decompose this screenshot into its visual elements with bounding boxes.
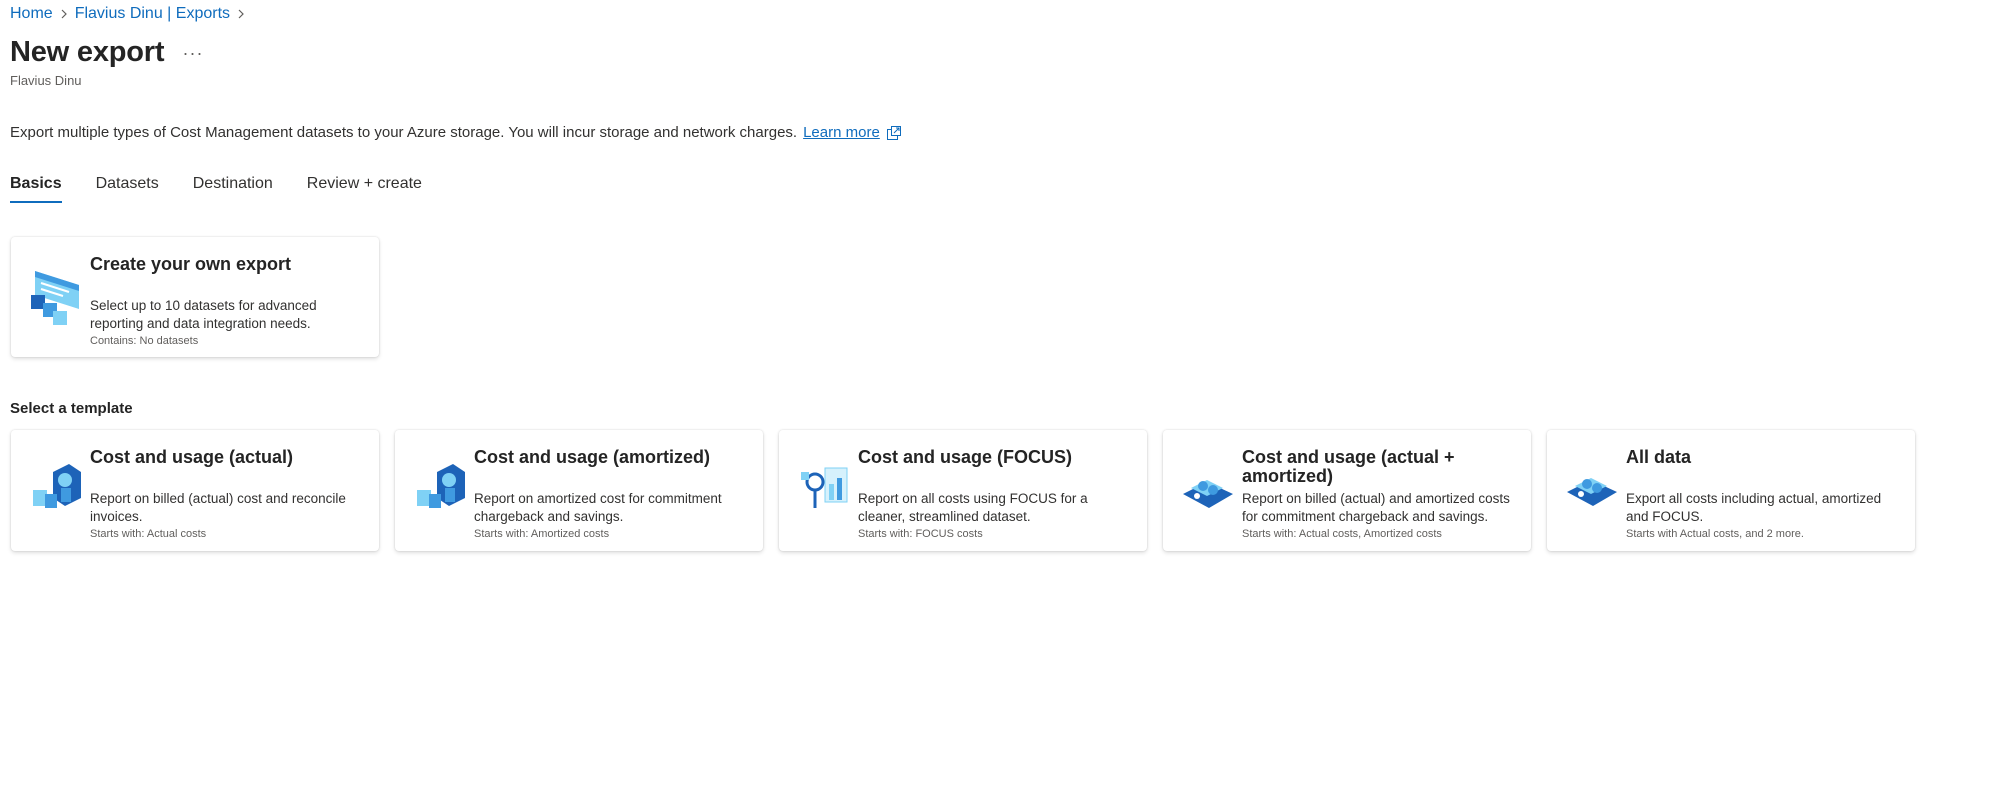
- tab-basics[interactable]: Basics: [10, 175, 62, 203]
- page-description: Export multiple types of Cost Management…: [10, 124, 902, 141]
- more-options-button[interactable]: ···: [182, 42, 204, 64]
- card-meta: Starts with: FOCUS costs: [858, 528, 983, 540]
- create-own-export-card[interactable]: Create your own export Select up to 10 d…: [11, 237, 379, 357]
- card-meta: Starts with: Actual costs: [90, 528, 207, 540]
- description-text: Export multiple types of Cost Management…: [10, 124, 798, 141]
- learn-more-link[interactable]: Learn more: [803, 124, 880, 141]
- card-description: Select up to 10 datasets for advanced re…: [90, 298, 317, 331]
- card-meta: Contains: No datasets: [90, 335, 199, 347]
- card-title: Cost and usage (actual): [90, 447, 294, 467]
- card-description: Report on billed (actual) and amortized …: [1242, 491, 1510, 524]
- page-subtitle: Flavius Dinu: [10, 73, 82, 88]
- card-meta: Starts with: Amortized costs: [474, 528, 610, 540]
- wizard-tabs: Basics Datasets Destination Review + cre…: [10, 175, 456, 203]
- template-card-all-data[interactable]: All data Export all costs including actu…: [1547, 430, 1915, 551]
- card-title: All data: [1626, 447, 1692, 467]
- open-in-new-window-icon[interactable]: [886, 125, 902, 141]
- cost-actual-icon: [29, 458, 83, 518]
- templates-heading: Select a template: [10, 400, 133, 417]
- template-card-actual-amortized[interactable]: Cost and usage (actual + amortized) Repo…: [1163, 430, 1531, 551]
- breadcrumb-home-link[interactable]: Home: [10, 5, 53, 23]
- card-description: Report on all costs using FOCUS for a cl…: [858, 491, 1088, 524]
- chevron-right-icon: [53, 9, 75, 19]
- card-description: Report on billed (actual) cost and recon…: [90, 491, 346, 524]
- tab-destination[interactable]: Destination: [193, 175, 273, 203]
- cost-focus-icon: [797, 458, 851, 518]
- custom-export-icon: [29, 267, 83, 327]
- card-meta: Starts with: Actual costs, Amortized cos…: [1242, 528, 1442, 540]
- template-card-amortized[interactable]: Cost and usage (amortized) Report on amo…: [395, 430, 763, 551]
- tab-review-create[interactable]: Review + create: [307, 175, 422, 203]
- card-title: Create your own export: [90, 254, 292, 274]
- card-title: Cost and usage (actual + amortized): [1242, 447, 1455, 486]
- breadcrumb: Home Flavius Dinu | Exports: [10, 5, 252, 23]
- page-title: New export: [10, 36, 165, 68]
- chevron-right-icon: [230, 9, 252, 19]
- cost-actual-amortized-icon: [1181, 458, 1235, 518]
- card-title: Cost and usage (amortized): [474, 447, 711, 467]
- card-title: Cost and usage (FOCUS): [858, 447, 1073, 467]
- card-description: Report on amortized cost for commitment …: [474, 491, 722, 524]
- card-meta: Starts with Actual costs, and 2 more.: [1626, 528, 1804, 540]
- all-data-icon: [1565, 458, 1619, 518]
- template-card-actual[interactable]: Cost and usage (actual) Report on billed…: [11, 430, 379, 551]
- tab-datasets[interactable]: Datasets: [96, 175, 159, 203]
- cost-amortized-icon: [413, 458, 467, 518]
- template-card-focus[interactable]: Cost and usage (FOCUS) Report on all cos…: [779, 430, 1147, 551]
- card-description: Export all costs including actual, amort…: [1626, 491, 1882, 524]
- breadcrumb-exports-link[interactable]: Flavius Dinu | Exports: [75, 5, 230, 23]
